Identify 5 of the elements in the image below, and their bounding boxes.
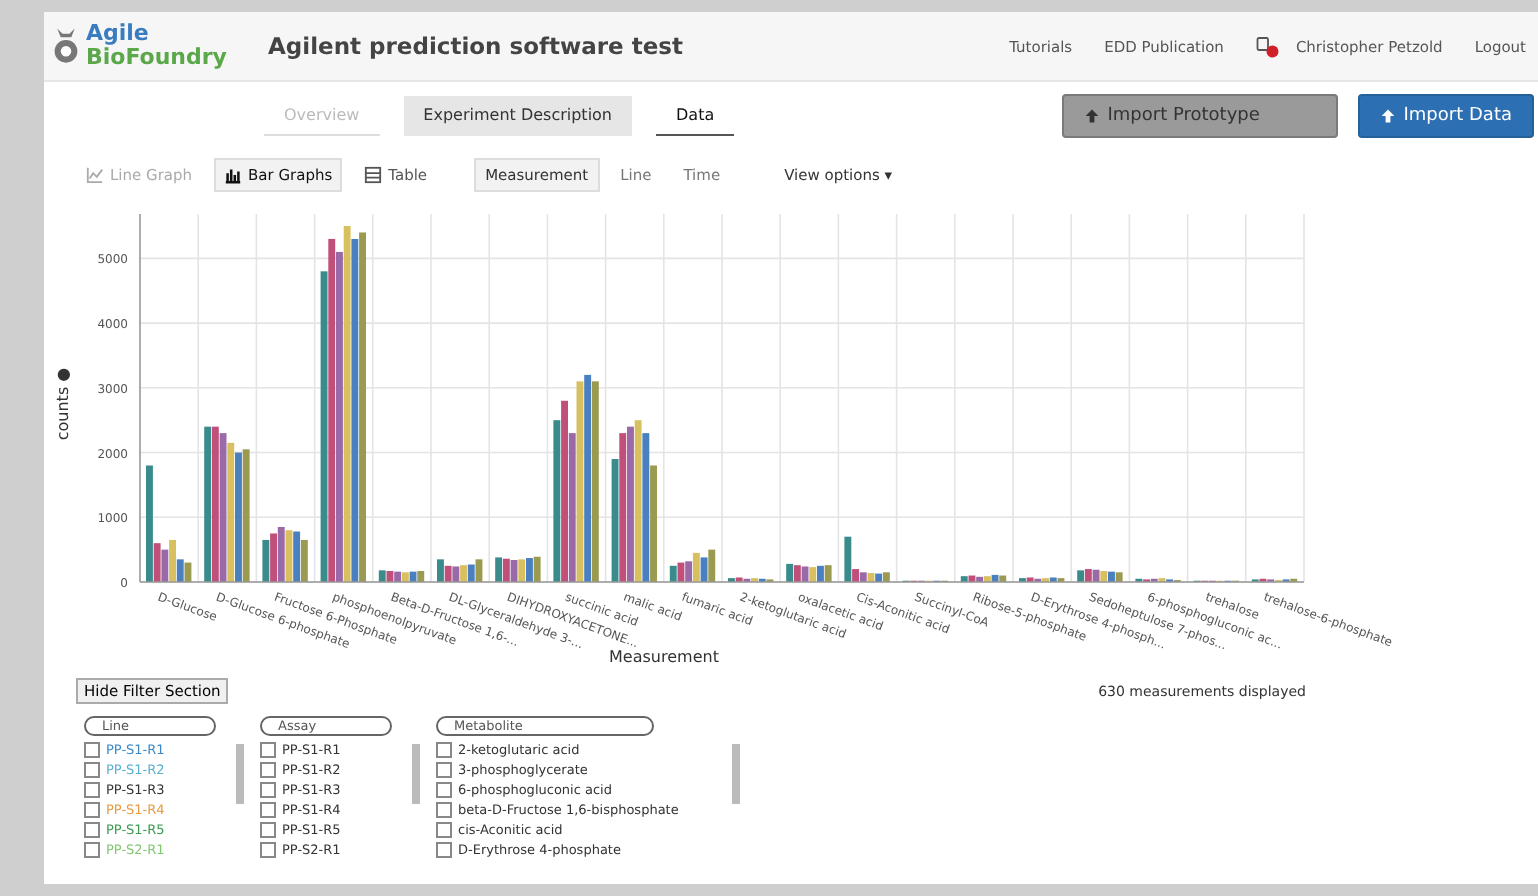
- logo-text: Agile: [86, 22, 151, 46]
- study-title: Agilent prediction software test: [268, 32, 683, 60]
- y-axis-title: counts ●: [54, 367, 72, 441]
- x-axis-title: Measurement: [609, 648, 719, 666]
- logo-text: BioFoundry: [86, 46, 227, 70]
